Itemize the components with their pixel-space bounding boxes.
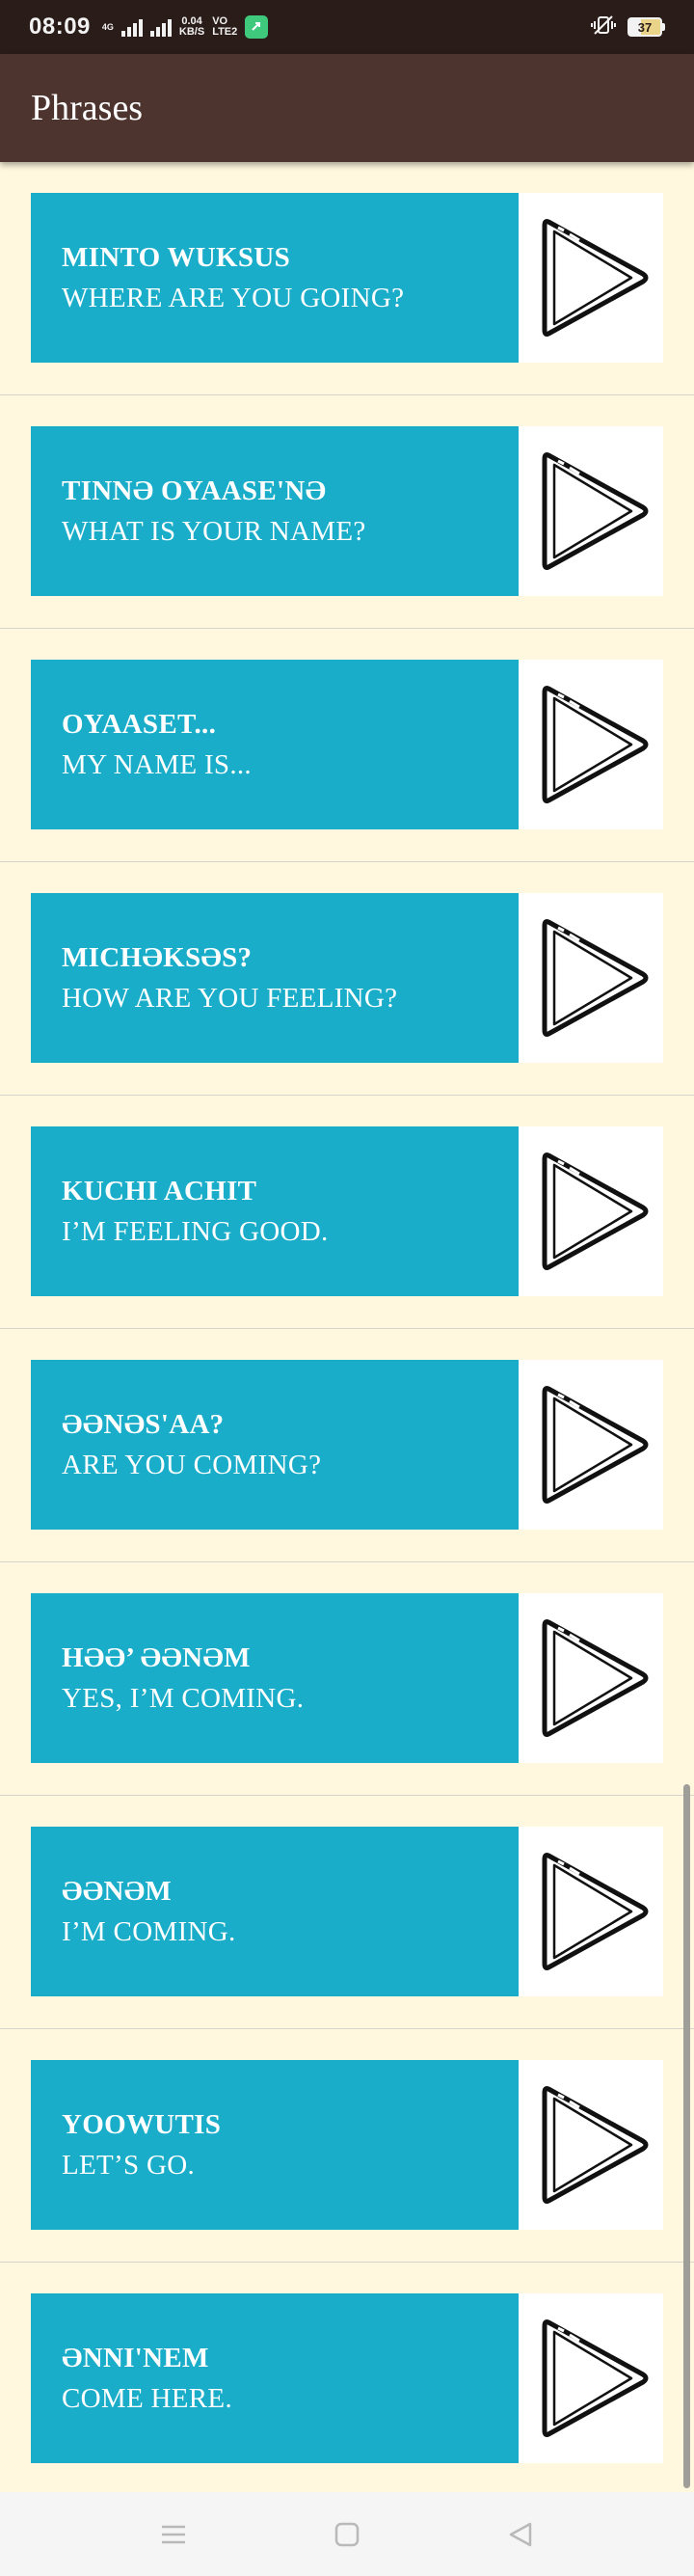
play-icon [542, 452, 649, 570]
list-item: HƏƏ’ ƏƏNƏM YES, I’M COMING. [0, 1562, 694, 1796]
phrase-card: HƏƏ’ ƏƏNƏM YES, I’M COMING. [31, 1593, 519, 1763]
play-button[interactable] [519, 2293, 663, 2463]
list-item: ƏƏNƏM I’M COMING. [0, 1796, 694, 2029]
app-bar: Phrases [0, 54, 694, 162]
play-button[interactable] [519, 660, 663, 829]
network-type: 4G [101, 21, 114, 32]
phrase-english: YES, I’M COMING. [62, 1683, 305, 1714]
list-item: YOOWUTIS LET’S GO. [0, 2029, 694, 2263]
play-icon [542, 686, 649, 803]
phrase-native: YOOWUTIS [62, 2109, 222, 2140]
status-icons: 4G 0.04 KB/S VO LTE2 [101, 15, 269, 39]
list-item: KUCHI ACHIT I’M FEELING GOOD. [0, 1096, 694, 1329]
phrase-card: MICHƏKSƏS? HOW ARE YOU FEELING? [31, 893, 519, 1063]
phrase-card: ƏƏNƏM I’M COMING. [31, 1827, 519, 1996]
vo-bottom: LTE2 [212, 26, 238, 38]
phrase-english: WHAT IS YOUR NAME? [62, 516, 366, 547]
play-icon [542, 219, 649, 337]
menu-button[interactable] [145, 2506, 202, 2563]
menu-icon [162, 2525, 185, 2543]
vibrate-icon [591, 14, 616, 41]
play-icon [542, 1619, 649, 1737]
phrase-english: LET’S GO. [62, 2150, 196, 2181]
play-icon [542, 1152, 649, 1270]
app-notification-icon [245, 15, 269, 39]
phrase-native: KUCHI ACHIT [62, 1176, 257, 1207]
list-item: MINTO WUKSUS WHERE ARE YOU GOING? [0, 162, 694, 395]
list-item: TINNƏ OYAASE'NƏ WHAT IS YOUR NAME? [0, 395, 694, 629]
phrase-native: ƏƏNƏM [62, 1876, 173, 1907]
network-speed-unit: KB/S [178, 26, 205, 38]
phrase-card: MINTO WUKSUS WHERE ARE YOU GOING? [31, 193, 519, 363]
network-type-label: 4G [101, 21, 114, 32]
page-title: Phrases [31, 88, 144, 128]
scrollbar[interactable] [683, 1784, 690, 2488]
phrase-card: TINNƏ OYAASE'NƏ WHAT IS YOUR NAME? [31, 426, 519, 596]
play-icon [542, 1853, 649, 1970]
back-icon [509, 2522, 532, 2546]
back-button[interactable] [492, 2506, 549, 2563]
phrase-english: I’M COMING. [62, 1916, 236, 1947]
signal-2-icon [149, 17, 172, 37]
navigation-bar [0, 2492, 694, 2576]
network-speed: 0.04 KB/S [179, 16, 204, 38]
phrase-native: TINNƏ OYAASE'NƏ [62, 475, 327, 506]
play-button[interactable] [519, 1360, 663, 1530]
play-icon [542, 2319, 649, 2437]
play-icon [542, 2086, 649, 2204]
phrase-card: KUCHI ACHIT I’M FEELING GOOD. [31, 1126, 519, 1296]
phrase-card: ƏƏNƏS'AA? ARE YOU COMING? [31, 1360, 519, 1530]
play-button[interactable] [519, 893, 663, 1063]
play-button[interactable] [519, 1593, 663, 1763]
list-item: OYAASET... MY NAME IS... [0, 629, 694, 862]
status-time: 08:09 [29, 14, 91, 40]
phrase-english: WHERE ARE YOU GOING? [62, 283, 405, 313]
phrase-list: MINTO WUKSUS WHERE ARE YOU GOING? TINNƏ … [0, 162, 694, 2496]
play-button[interactable] [519, 193, 663, 363]
status-right: 37 [591, 14, 665, 41]
phrase-native: HƏƏ’ ƏƏNƏM [62, 1642, 251, 1673]
play-button[interactable] [519, 1126, 663, 1296]
phrase-native: MINTO WUKSUS [62, 242, 291, 273]
phrase-native: ƏƏNƏS'AA? [62, 1409, 225, 1440]
battery-icon: 37 [627, 17, 665, 37]
phrase-english: COME HERE. [62, 2383, 232, 2414]
phrase-card: YOOWUTIS LET’S GO. [31, 2060, 519, 2230]
phrase-card: OYAASET... MY NAME IS... [31, 660, 519, 829]
volte-indicator: VO LTE2 [212, 16, 237, 38]
phrase-english: HOW ARE YOU FEELING? [62, 983, 398, 1014]
list-item: ƏNNI'NEM COME HERE. [0, 2263, 694, 2496]
signal-icon [120, 17, 143, 37]
play-icon [542, 919, 649, 1037]
phrase-english: MY NAME IS... [62, 749, 252, 780]
home-icon [334, 2522, 360, 2546]
phrase-native: OYAASET... [62, 709, 217, 740]
home-button[interactable] [318, 2506, 376, 2563]
status-bar: 08:09 4G 0.04 KB/S VO LTE2 37 [0, 0, 694, 54]
list-item: MICHƏKSƏS? HOW ARE YOU FEELING? [0, 862, 694, 1096]
phrase-native: ƏNNI'NEM [62, 2343, 209, 2373]
play-button[interactable] [519, 2060, 663, 2230]
play-icon [542, 1386, 649, 1504]
phrase-native: MICHƏKSƏS? [62, 942, 253, 973]
play-button[interactable] [519, 426, 663, 596]
phrase-english: I’M FEELING GOOD. [62, 1216, 329, 1247]
phrase-card: ƏNNI'NEM COME HERE. [31, 2293, 519, 2463]
play-button[interactable] [519, 1827, 663, 1996]
battery-level: 37 [627, 17, 662, 37]
list-item: ƏƏNƏS'AA? ARE YOU COMING? [0, 1329, 694, 1562]
phrase-english: ARE YOU COMING? [62, 1450, 322, 1480]
